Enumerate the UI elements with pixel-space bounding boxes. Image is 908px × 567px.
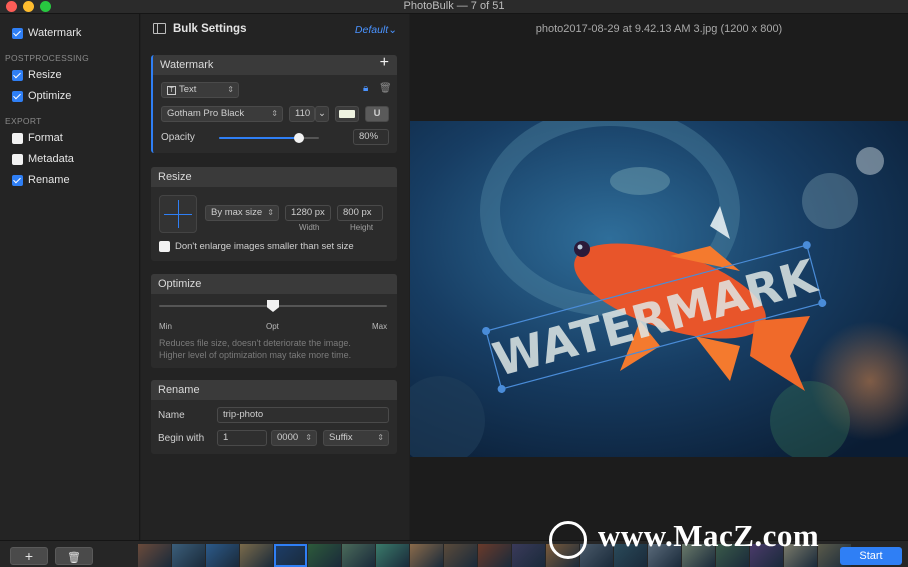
section-postprocessing: POSTPROCESSING [5,53,90,63]
sidebar-item-optimize[interactable]: Optimize [12,90,71,102]
resize-anchor-icon[interactable] [159,195,197,233]
brand-watermark: www.MacZ.com [598,518,820,553]
optimize-desc-1: Reduces file size, doesn't deteriorate t… [159,338,351,348]
text-type-icon: T [167,86,176,95]
thumbnail[interactable] [308,544,341,567]
trash-icon[interactable]: 🗑︎ [379,83,392,94]
optimize-desc-2: Higher level of optimization may take mo… [159,350,352,360]
preview-filename: photo2017-08-29 at 9.42.13 AM 3.jpg (120… [535,23,783,35]
aquarium-photo: WATERMARK [410,121,908,457]
font-select[interactable]: Gotham Pro Black ⇕ [161,106,283,122]
optimize-opt-label: Opt [266,322,279,331]
opacity-slider-fill [219,137,299,139]
watermark-type-select[interactable]: T Text ⇕ [161,82,239,98]
lock-icon[interactable]: 🔒︎ [363,83,368,94]
sidebar-item-format[interactable]: Format [12,132,63,144]
format-checkbox[interactable] [12,132,23,144]
name-label: Name [158,410,185,421]
resize-mode-select[interactable]: By max size ⇕ [205,205,279,221]
resize-panel-header: Resize [151,167,397,187]
preset-dropdown[interactable]: Default⌄ [355,24,397,36]
watermark-panel-header: Watermark + [153,54,397,75]
optimize-max-label: Max [372,322,388,331]
add-watermark-button[interactable]: + [380,54,389,72]
sidebar-item-resize[interactable]: Resize [12,69,62,81]
settings-column: Bulk Settings Default⌄ Watermark + T Text… [141,14,409,540]
sidebar-item-watermark[interactable]: Watermark [12,27,81,39]
dont-enlarge-label: Don't enlarge images smaller than set si… [175,241,354,252]
thumbnail[interactable] [206,544,239,567]
color-well[interactable] [335,106,359,122]
start-button[interactable]: Start [840,547,902,565]
sidebar-item-metadata[interactable]: Metadata [12,153,74,165]
optimize-slider-knob[interactable] [267,300,279,312]
sidebar: Watermark POSTPROCESSING Resize Optimize… [0,14,140,540]
thumbnail[interactable] [444,544,477,567]
close-window-button[interactable] [6,1,17,12]
begin-with-label: Begin with [158,433,205,444]
thumbnail[interactable] [478,544,511,567]
opacity-label: Opacity [161,132,195,143]
underline-button[interactable]: U [365,106,389,122]
minimize-window-button[interactable] [23,1,34,12]
settings-title: Bulk Settings [173,23,247,35]
sidebar-toggle-icon[interactable] [153,23,166,34]
preview-area: photo2017-08-29 at 9.42.13 AM 3.jpg (120… [410,14,908,540]
rename-panel-header: Rename [151,380,397,400]
trash-icon: 🗑︎ [67,552,81,564]
remove-images-button[interactable]: 🗑︎ [55,547,93,565]
zoom-window-button[interactable] [40,1,51,12]
opacity-slider-knob[interactable] [294,133,304,143]
preview-photo[interactable]: WATERMARK [410,121,908,457]
font-size-dropdown[interactable]: ⌄ [315,106,329,122]
thumbnail[interactable] [512,544,545,567]
optimize-panel-header: Optimize [151,274,397,294]
font-size-field[interactable]: 110 [289,106,315,122]
thumbnail[interactable] [376,544,409,567]
settings-header: Bulk Settings Default⌄ [141,14,409,44]
optimize-panel: Optimize Min Opt Max Reduces file size, … [151,274,397,368]
digits-select[interactable]: 0000 ⇕ [271,430,317,446]
section-export: EXPORT [5,116,42,126]
brand-logo-icon [549,521,587,559]
thumbnail[interactable] [274,544,307,567]
resize-panel: Resize By max size ⇕ 1280 px 800 px Width… [151,167,397,261]
resize-checkbox[interactable] [12,69,23,81]
thumbnail[interactable] [172,544,205,567]
watermark-panel: Watermark + T Text ⇕ 🔒︎ 🗑︎ Gotham Pro Blac… [151,54,397,153]
optimize-checkbox[interactable] [12,90,23,102]
title-bar: PhotoBulk — 7 of 51 [0,0,908,14]
rename-checkbox[interactable] [12,174,23,186]
optimize-min-label: Min [159,322,172,331]
width-label: Width [299,223,320,232]
window-title: PhotoBulk — 7 of 51 [403,0,505,12]
dont-enlarge-checkbox[interactable] [159,241,170,252]
rename-panel: Rename Name trip-photo Begin with 1 0000… [151,380,397,454]
watermark-checkbox[interactable] [12,27,23,39]
position-select[interactable]: Suffix ⇕ [323,430,389,446]
add-images-button[interactable]: + [10,547,48,565]
thumbnail[interactable] [240,544,273,567]
thumbnail[interactable] [138,544,171,567]
metadata-checkbox[interactable] [12,153,23,165]
window-controls [6,1,51,12]
height-field[interactable]: 800 px [337,205,383,221]
thumbnail[interactable] [342,544,375,567]
begin-with-field[interactable]: 1 [217,430,267,446]
sidebar-item-rename[interactable]: Rename [12,174,70,186]
name-field[interactable]: trip-photo [217,407,389,423]
opacity-value[interactable]: 80% [353,129,389,145]
height-label: Height [350,223,374,232]
thumbnail[interactable] [410,544,443,567]
width-field[interactable]: 1280 px [285,205,331,221]
